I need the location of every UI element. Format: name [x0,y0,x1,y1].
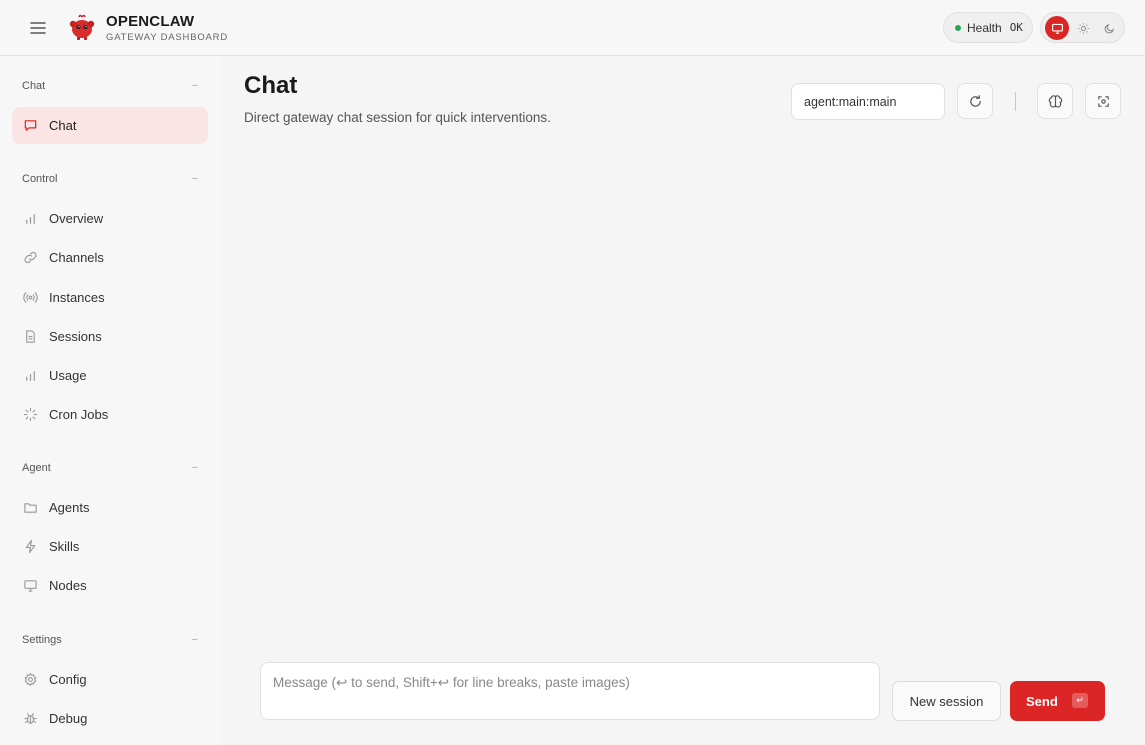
health-label: Health [967,20,1002,35]
toolbar-divider [1015,92,1016,111]
send-label: Send [1026,693,1058,709]
page-title: Chat [244,72,298,99]
sidebar-item-label: Skills [49,539,80,554]
collapse-icon[interactable]: − [192,80,198,92]
health-status: OK [1009,21,1023,34]
menu-icon[interactable] [26,16,50,40]
refresh-icon [969,94,981,107]
page-subtitle: Direct gateway chat session for quick in… [244,110,551,125]
lightning-icon [23,539,38,554]
message-input[interactable] [261,663,879,719]
collapse-icon[interactable]: − [192,462,198,474]
gear-icon [23,672,38,687]
sidebar-item-label: Sessions [49,329,102,344]
sidebar-item-label: Cron Jobs [49,407,109,422]
refresh-button[interactable] [957,83,993,119]
sidebar-item-sessions[interactable]: Sessions [12,318,208,355]
sidebar: Chat − Chat Control − Overview Channels … [0,56,220,745]
sidebar-item-label: Chat [49,118,77,133]
sidebar-item-label: Usage [49,368,87,383]
radio-icon [23,290,38,305]
sidebar-item-debug[interactable]: Debug [12,700,208,737]
theme-switcher [1040,12,1125,43]
health-status-dot [955,24,961,31]
thinking-toggle-button[interactable] [1037,83,1073,119]
openclaw-logo [67,12,97,42]
brand-subtitle: GATEWAY DASHBOARD [106,32,228,43]
sidebar-item-chat[interactable]: Chat [12,107,208,144]
sidebar-item-instances[interactable]: Instances [12,279,208,316]
section-label: Chat [22,80,46,92]
bug-icon [23,711,38,726]
brand-title: OPENCLAW [106,13,195,30]
section-label: Control [22,173,58,185]
loader-icon [23,407,38,422]
sidebar-item-channels[interactable]: Channels [12,239,208,276]
monitor-icon [1051,23,1063,34]
sidebar-item-agents[interactable]: Agents [12,489,208,526]
theme-light-button[interactable] [1071,16,1095,40]
theme-system-button[interactable] [1045,16,1069,40]
link-icon [23,250,38,265]
document-icon [23,329,38,344]
focus-mode-button[interactable] [1085,83,1121,119]
theme-dark-button[interactable] [1097,16,1121,40]
sidebar-item-usage[interactable]: Usage [12,357,208,394]
collapse-icon[interactable]: − [192,173,198,185]
sidebar-item-skills[interactable]: Skills [12,528,208,565]
monitor-icon [23,578,38,593]
sidebar-item-label: Config [49,672,87,687]
sidebar-item-cron-jobs[interactable]: Cron Jobs [12,396,208,433]
sidebar-item-label: Instances [49,290,105,305]
health-badge: Health OK [943,12,1033,43]
sidebar-item-label: Agents [49,500,90,515]
sidebar-section-agent[interactable]: Agent − [22,462,198,474]
sidebar-section-settings[interactable]: Settings − [22,634,198,646]
sidebar-item-label: Nodes [49,578,87,593]
sun-icon [1077,22,1089,34]
sidebar-item-config[interactable]: Config [12,661,208,698]
enter-shortcut-badge: ↵ [1072,693,1088,708]
moon-icon [1104,23,1114,33]
folder-icon [23,500,38,515]
sidebar-item-overview[interactable]: Overview [12,200,208,237]
section-label: Agent [22,462,51,474]
sidebar-item-label: Overview [49,211,104,226]
chat-bubble-icon [23,118,38,133]
bar-chart-icon [23,368,38,383]
sidebar-section-chat[interactable]: Chat − [22,80,198,92]
section-label: Settings [22,634,62,646]
sidebar-section-control[interactable]: Control − [22,173,198,185]
sidebar-item-label: Channels [49,250,104,265]
collapse-icon[interactable]: − [192,634,198,646]
sidebar-item-nodes[interactable]: Nodes [12,567,208,604]
send-button[interactable]: Send ↵ [1010,681,1105,721]
top-bar: OPENCLAW GATEWAY DASHBOARD Health OK [0,0,1145,56]
brain-icon [1048,94,1062,107]
sidebar-item-label: Debug [49,711,88,726]
message-composer [260,662,880,720]
focus-icon [1097,95,1109,107]
bar-chart-icon [23,211,38,226]
session-key-select[interactable]: agent:main:main [791,83,945,120]
new-session-button[interactable]: New session [892,681,1001,721]
